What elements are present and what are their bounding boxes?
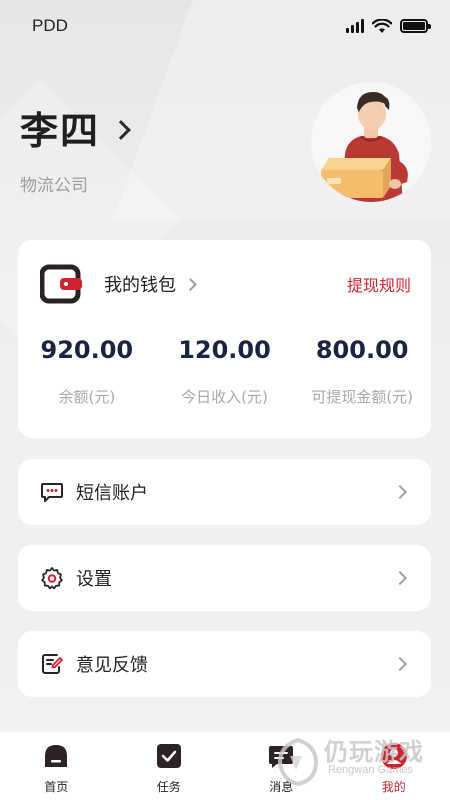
bottom-tab-bar: 首页 任务 消息 我的 — [0, 732, 450, 800]
withdrawable-stat: 800.00 可提现金额(元) — [293, 336, 431, 407]
stat-value: 800.00 — [315, 336, 409, 364]
stat-value: 920.00 — [40, 336, 134, 364]
profile-company: 物流公司 — [20, 176, 88, 196]
chevron-right-icon — [392, 656, 408, 672]
status-icons — [346, 18, 431, 34]
profile-header[interactable]: 李四 物流公司 — [20, 100, 131, 196]
today-income-stat: 120.00 今日收入(元) — [156, 336, 294, 407]
balance-stat: 920.00 余额(元) — [18, 336, 156, 407]
wifi-icon — [372, 18, 392, 33]
battery-icon — [400, 19, 431, 33]
tab-messages[interactable]: 消息 — [225, 732, 338, 800]
menu-item-label: 设置 — [76, 569, 112, 590]
chevron-right-icon — [392, 484, 408, 500]
delivery-person-illustration — [321, 92, 408, 202]
tab-task[interactable]: 任务 — [113, 732, 226, 800]
tab-label: 首页 — [44, 780, 69, 794]
chevron-right-icon — [111, 119, 131, 140]
menu-item-label: 意见反馈 — [76, 655, 148, 676]
profile-icon — [380, 743, 407, 769]
menu-item-settings[interactable]: 设置 — [18, 545, 431, 611]
stat-label: 余额(元) — [58, 388, 116, 406]
stat-label: 可提现金额(元) — [311, 388, 414, 406]
tab-label: 我的 — [381, 780, 406, 794]
tab-home[interactable]: 首页 — [0, 732, 113, 800]
task-icon — [156, 744, 181, 768]
tab-profile[interactable]: 我的 — [338, 732, 450, 800]
withdraw-rules-link[interactable]: 提现规则 — [347, 272, 411, 296]
wallet-card: 我的钱包 提现规则 920.00 余额(元) 120.00 今日收入(元) 80… — [18, 240, 431, 438]
stat-value: 120.00 — [178, 336, 271, 364]
tab-label: 消息 — [269, 780, 294, 794]
stat-label: 今日收入(元) — [181, 388, 268, 406]
menu-item-feedback[interactable]: 意见反馈 — [18, 631, 431, 697]
avatar[interactable] — [311, 82, 431, 202]
chevron-right-icon — [392, 570, 408, 586]
feedback-icon — [42, 654, 63, 674]
profile-name: 李四 — [20, 109, 101, 153]
status-bar: PDD — [0, 0, 450, 52]
signal-icon — [346, 19, 364, 33]
message-icon — [41, 483, 63, 502]
gear-icon — [41, 567, 63, 590]
wallet-icon — [40, 264, 82, 304]
message-icon — [269, 746, 294, 768]
menu-item-label: 短信账户 — [76, 483, 148, 504]
home-icon — [45, 745, 68, 767]
menu-item-sms-account[interactable]: 短信账户 — [18, 459, 431, 525]
chevron-right-icon — [184, 277, 197, 291]
wallet-title[interactable]: 我的钱包 — [104, 271, 176, 297]
carrier-label: PDD — [32, 16, 68, 35]
wallet-stats: 920.00 余额(元) 120.00 今日收入(元) 800.00 可提现金额… — [18, 336, 431, 407]
tab-label: 任务 — [156, 780, 181, 794]
wallet-header: 我的钱包 提现规则 — [40, 264, 411, 304]
